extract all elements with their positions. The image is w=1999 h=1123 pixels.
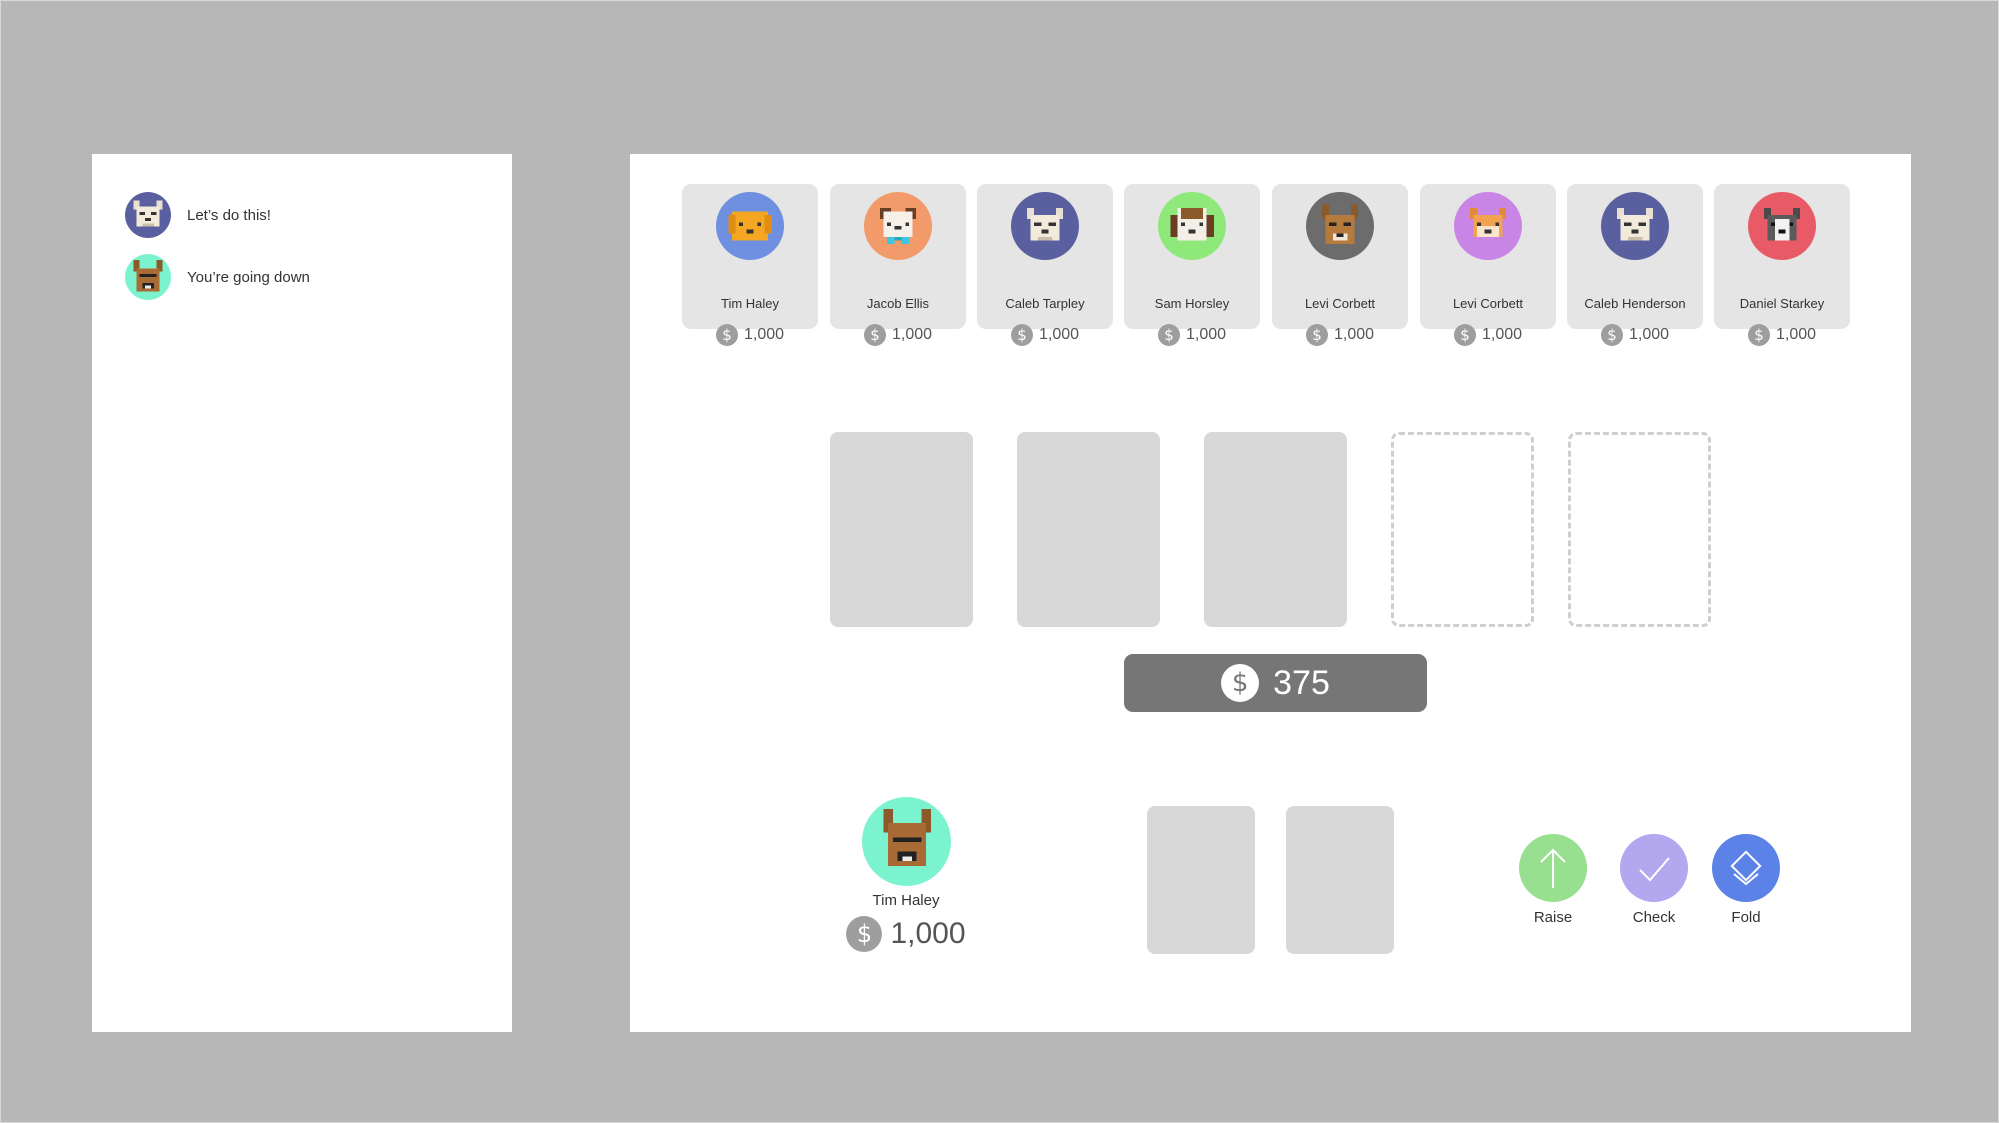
player-chip-count: 1,000 [1775,326,1817,343]
player-chip-count: 1,000 [743,326,785,343]
community-card [1017,432,1160,627]
arrow-up-icon[interactable] [1519,834,1587,902]
player-chip-count: 1,000 [1185,326,1227,343]
player-seat[interactable]: Levi Corbett $ 1,000 [1420,184,1556,346]
player-name: Levi Corbett [1452,296,1524,311]
player-chip-count: 1,000 [891,326,933,343]
player-chips: $ 1,000 [1714,324,1850,346]
player-chips: $ 1,000 [1272,324,1408,346]
player-chips: $ 1,000 [1124,324,1260,346]
dollar-icon: $ [1305,324,1328,346]
hero-chips: $ 1,000 [806,916,1006,952]
german-shepherd-avatar [862,797,951,886]
fox-avatar [1454,192,1522,260]
wolf-gray-avatar [1601,192,1669,260]
player-seat[interactable]: Caleb Henderson $ 1,000 [1567,184,1703,346]
dollar-icon: $ [863,324,886,346]
player-chips: $ 1,000 [830,324,966,346]
husky-avatar [1748,192,1816,260]
wolf-gray-avatar[interactable] [125,192,171,238]
community-card-slot-empty [1568,432,1711,627]
hole-card[interactable] [1286,806,1394,954]
player-seat[interactable]: Jacob Ellis $ 1,000 [830,184,966,346]
check-label: Check [1632,909,1676,926]
check-button[interactable]: Check [1609,834,1699,926]
player-name: Jacob Ellis [866,296,930,311]
player-chips: $ 1,000 [977,324,1113,346]
player-name: Levi Corbett [1304,296,1376,311]
golden-retriever-avatar [716,192,784,260]
community-card-slot-empty [1391,432,1534,627]
player-seat[interactable]: Sam Horsley $ 1,000 [1124,184,1260,346]
player-name: Daniel Starkey [1739,296,1825,311]
dollar-icon: $ [1747,324,1770,346]
dollar-icon: $ [846,916,883,952]
beagle-avatar [1158,192,1226,260]
dollar-icon: $ [715,324,738,346]
dollar-icon: $ [1221,664,1260,702]
player-chip-count: 1,000 [1481,326,1523,343]
fold-button[interactable]: Fold [1701,834,1791,926]
pot-value: 375 [1273,663,1330,702]
player-chip-count: 1,000 [1333,326,1375,343]
player-seat[interactable]: Levi Corbett $ 1,000 [1272,184,1408,346]
poker-table: Tim Haley $ 1,000 Jacob Ellis $ 1,000 Ca… [630,154,1911,1032]
pot-display: $ 375 [1124,654,1427,712]
community-card [830,432,973,627]
shepherd-dark-avatar [1306,192,1374,260]
dollar-icon: $ [1453,324,1476,346]
player-chip-count: 1,000 [1038,326,1080,343]
wolf-gray-avatar [1011,192,1079,260]
chat-message-text: Let’s do this! [187,206,271,224]
pug-bowtie-avatar [864,192,932,260]
fold-cards-icon[interactable] [1712,834,1780,902]
chat-message: You’re going down [125,254,310,300]
player-name: Tim Haley [720,296,780,311]
player-seat[interactable]: Caleb Tarpley $ 1,000 [977,184,1113,346]
chat-message: Let’s do this! [125,192,271,238]
fold-label: Fold [1731,909,1761,926]
player-name: Caleb Henderson [1584,296,1686,311]
chat-message-text: You’re going down [187,268,310,286]
player-chips: $ 1,000 [1420,324,1556,346]
checkmark-icon[interactable] [1620,834,1688,902]
raise-button[interactable]: Raise [1508,834,1598,926]
german-shepherd-avatar[interactable] [125,254,171,300]
player-seat[interactable]: Daniel Starkey $ 1,000 [1714,184,1850,346]
player-chips: $ 1,000 [1567,324,1703,346]
hero-name: Tim Haley [872,892,940,909]
player-seat[interactable]: Tim Haley $ 1,000 [682,184,818,346]
player-name: Caleb Tarpley [1005,296,1085,311]
chat-panel: Let’s do this! You’re going down [92,154,512,1032]
dollar-icon: $ [1010,324,1033,346]
player-chip-count: 1,000 [1628,326,1670,343]
raise-label: Raise [1533,909,1573,926]
community-card [1204,432,1347,627]
hole-card[interactable] [1147,806,1255,954]
hero-chip-count: 1,000 [890,917,966,950]
player-chips: $ 1,000 [682,324,818,346]
player-name: Sam Horsley [1154,296,1230,311]
dollar-icon: $ [1600,324,1623,346]
dollar-icon: $ [1157,324,1180,346]
